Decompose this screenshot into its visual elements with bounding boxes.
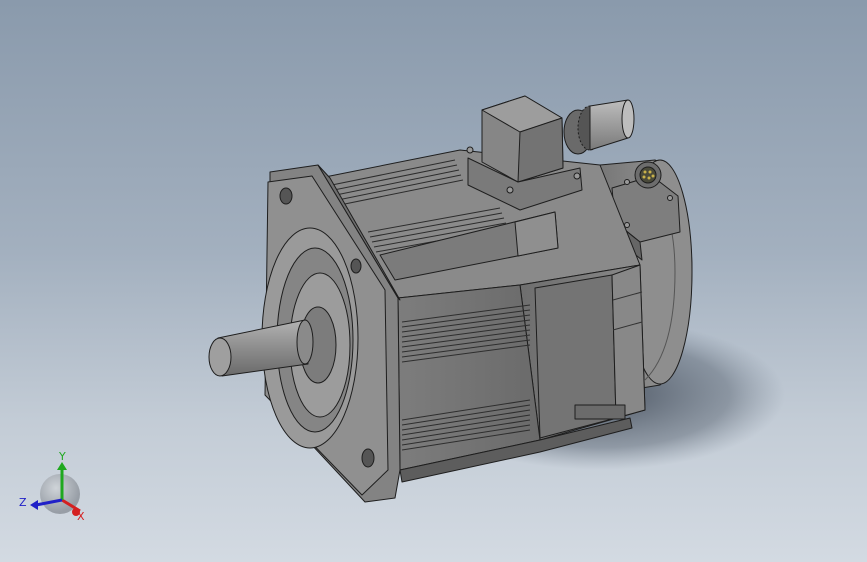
motor-model-svg[interactable]: X Y Z (0, 0, 867, 562)
body-right-bracket (611, 264, 646, 419)
triad-z-tip (30, 500, 38, 510)
cad-viewport[interactable]: X Y Z (0, 0, 867, 562)
power-cable[interactable] (563, 99, 635, 155)
flange-hole-top-right (350, 258, 362, 274)
power-connector[interactable] (466, 95, 583, 211)
flange-hole-bottom-right (361, 448, 375, 468)
bottom-foot-block (574, 404, 626, 420)
triad-y-tip (57, 462, 67, 470)
flange-hole-top-left (279, 187, 293, 205)
triad-z-label: Z (19, 496, 27, 509)
triad-y-label: Y (58, 450, 66, 463)
triad-x-label: X (77, 510, 85, 523)
view-triad[interactable]: X Y Z (19, 450, 85, 523)
